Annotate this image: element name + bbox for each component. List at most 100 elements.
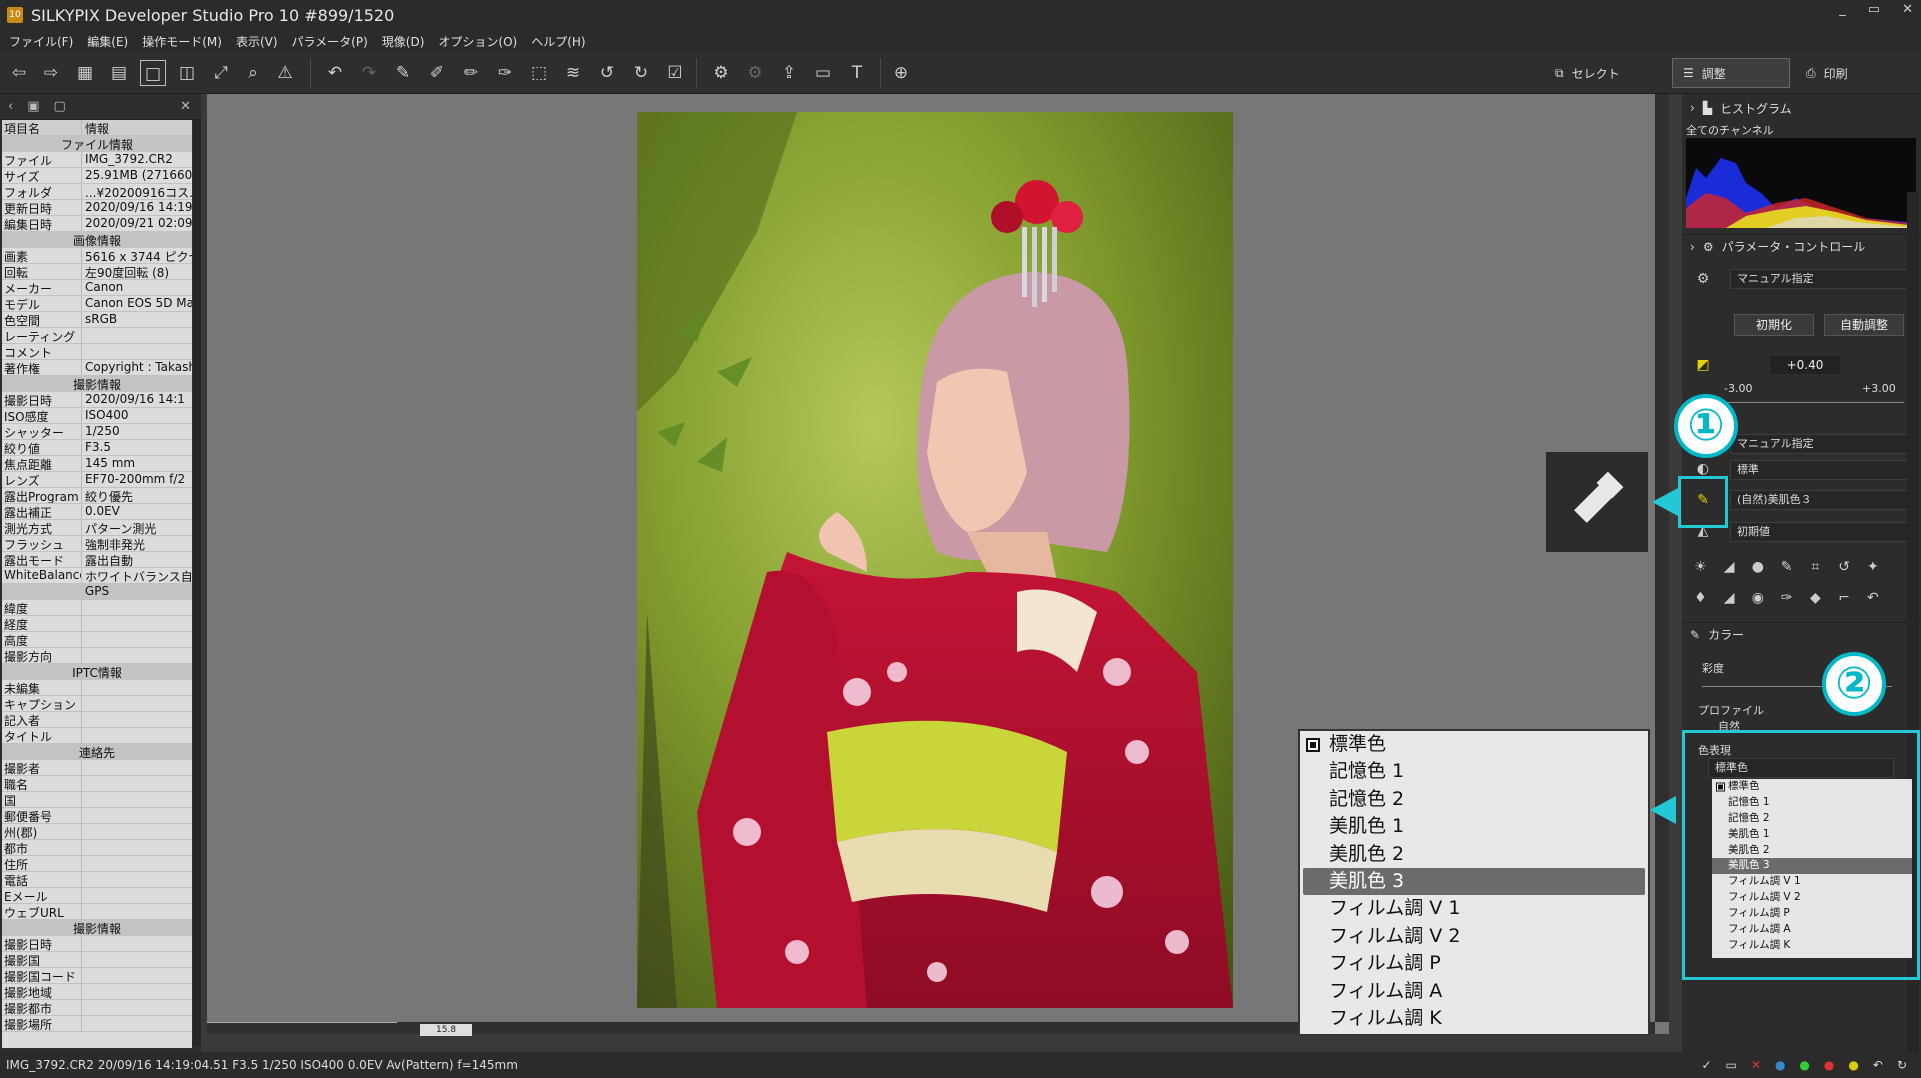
spot-icon[interactable]: ✏ (458, 60, 484, 86)
info-value[interactable]: 5616 x 3744 ピクセ/ (82, 248, 192, 263)
info-value[interactable]: IMG_3792.CR2 (82, 152, 192, 167)
info-value[interactable] (82, 872, 192, 887)
curve-tool-icon[interactable]: ◢ (1715, 552, 1744, 583)
mode-select-button[interactable]: ⧉ セレクト (1545, 58, 1630, 88)
big-color-style-item[interactable]: フィルム調 P (1300, 950, 1648, 977)
big-color-style-item[interactable]: 記憶色 2 (1300, 786, 1648, 813)
info-value[interactable]: 2020/09/16 14:19: (82, 200, 192, 215)
menu-edit[interactable]: 編集(E) (87, 33, 128, 50)
sparkle-tool-icon[interactable]: ✦ (1859, 552, 1888, 583)
rotate-status-icon[interactable]: ↻ (1897, 1058, 1907, 1072)
export-icon[interactable]: ⇪ (776, 60, 802, 86)
menu-parameter[interactable]: パラメータ(P) (292, 33, 368, 50)
text-tool-icon[interactable]: T (844, 60, 870, 86)
rotate-right-icon[interactable]: ↻ (628, 60, 654, 86)
mode-print-button[interactable]: ⎙ 印刷 (1796, 58, 1858, 88)
init-button[interactable]: 初期化 (1734, 314, 1814, 336)
menu-view[interactable]: 表示(V) (236, 33, 278, 50)
undo-icon[interactable]: ↶ (322, 60, 348, 86)
info-value[interactable] (82, 760, 192, 775)
warning-icon[interactable]: ⚠ (272, 60, 298, 86)
info-tab-icon[interactable]: ▣ (27, 99, 39, 114)
maximize-button[interactable]: ▭ (1868, 2, 1880, 17)
info-value[interactable] (82, 632, 192, 647)
eyedropper-icon[interactable]: ✎ (390, 60, 416, 86)
menu-develop[interactable]: 現像(D) (382, 33, 425, 50)
batch-develop-icon[interactable]: ⚙ (742, 60, 768, 86)
channel-select[interactable]: 全てのチャンネル (1686, 122, 1916, 137)
exposure-value[interactable]: +0.40 (1770, 356, 1840, 374)
info-value[interactable]: sRGB (82, 312, 192, 327)
info-value[interactable]: Copyright : Takash (82, 360, 192, 375)
big-color-style-item[interactable]: 標準色 (1300, 731, 1648, 758)
redo-icon[interactable]: ↷ (356, 60, 382, 86)
eraser-icon[interactable]: ✑ (492, 60, 518, 86)
info-value[interactable] (82, 616, 192, 631)
ramp-tool-icon[interactable]: ◢ (1715, 583, 1744, 614)
menu-help[interactable]: ヘルプ(H) (531, 33, 585, 50)
big-color-style-item[interactable]: フィルム調 A (1300, 978, 1648, 1005)
info-value[interactable]: 露出自動 (82, 552, 192, 567)
mark-icon[interactable]: ☑ (662, 60, 688, 86)
info-value[interactable]: 1/250 (82, 424, 192, 439)
info-value[interactable] (82, 712, 192, 727)
info-value[interactable]: EF70-200mm f/2 (82, 472, 192, 487)
info-value[interactable] (82, 888, 192, 903)
info-value[interactable] (82, 968, 192, 983)
big-color-style-item[interactable]: フィルム調 V 2 (1300, 923, 1648, 950)
exposure-icon[interactable]: ◩ (1694, 356, 1712, 374)
thumbnail-view-icon[interactable]: ▦ (72, 60, 98, 86)
sharp-select[interactable]: 初期値 (1730, 522, 1910, 542)
info-value[interactable]: 2020/09/16 14:1 (82, 392, 192, 407)
info-value[interactable] (82, 600, 192, 615)
tone-select[interactable]: 標準 (1730, 460, 1910, 480)
info-value[interactable] (82, 824, 192, 839)
info-value[interactable] (82, 648, 192, 663)
search-person-icon[interactable]: ⊕ (888, 60, 914, 86)
monitor-icon[interactable]: ▭ (810, 60, 836, 86)
preview-view-icon[interactable]: □ (140, 60, 166, 86)
crop-tool-icon[interactable]: ⌐ (1830, 583, 1859, 614)
info-value[interactable]: 絞り優先 (82, 488, 192, 503)
info-value[interactable] (82, 680, 192, 695)
drop-tool-icon[interactable]: ♦ (1686, 583, 1715, 614)
fullscreen-icon[interactable]: ⤢ (208, 60, 234, 86)
info-value[interactable] (82, 984, 192, 999)
frame-tool-icon[interactable]: ⌗ (1801, 552, 1830, 583)
undo-status-icon[interactable]: ↶ (1873, 1058, 1883, 1072)
info-value[interactable]: F3.5 (82, 440, 192, 455)
info-value[interactable]: Canon EOS 5D Ma (82, 296, 192, 311)
rotate-left-icon[interactable]: ↺ (594, 60, 620, 86)
info-value[interactable] (82, 696, 192, 711)
minimize-button[interactable]: _ (1839, 2, 1846, 17)
info-value[interactable]: 強制非発光 (82, 536, 192, 551)
menu-mode[interactable]: 操作モード(M) (142, 33, 222, 50)
folder-tab-icon[interactable]: ▢ (54, 99, 66, 114)
sphere-tool-icon[interactable]: ● (1744, 552, 1773, 583)
info-value[interactable] (82, 776, 192, 791)
undo-tool-icon[interactable]: ↶ (1859, 583, 1888, 614)
green-tag-icon[interactable]: ● (1799, 1058, 1809, 1072)
info-value[interactable]: 0.0EV (82, 504, 192, 519)
info-value[interactable]: 25.91MB (2716606 (82, 168, 192, 183)
color-panel-header[interactable]: ✎ カラー (1682, 622, 1921, 646)
info-value[interactable] (82, 344, 192, 359)
dropper-tool-icon[interactable]: ✎ (1772, 552, 1801, 583)
reject-icon[interactable]: ✕ (1751, 1058, 1761, 1072)
pen-tool-icon[interactable]: ✑ (1772, 583, 1801, 614)
transform-icon[interactable]: ⬚ (526, 60, 552, 86)
mark-status-icon[interactable]: ✓ (1701, 1058, 1711, 1072)
zoom-slider[interactable] (207, 1022, 397, 1034)
info-value[interactable] (82, 1000, 192, 1015)
info-value[interactable]: パターン測光 (82, 520, 192, 535)
info-value[interactable] (82, 936, 192, 951)
yellow-tag-icon[interactable]: ● (1848, 1058, 1858, 1072)
info-value[interactable] (82, 1016, 192, 1031)
wb-select[interactable]: マニュアル指定 (1730, 434, 1910, 454)
close-button[interactable]: ✕ (1902, 2, 1913, 17)
big-color-style-item[interactable]: 美肌色 1 (1300, 813, 1648, 840)
taste-select[interactable]: マニュアル指定 (1730, 269, 1910, 289)
menu-option[interactable]: オプション(O) (438, 33, 517, 50)
info-value[interactable] (82, 840, 192, 855)
eye-tool-icon[interactable]: ◉ (1744, 583, 1773, 614)
